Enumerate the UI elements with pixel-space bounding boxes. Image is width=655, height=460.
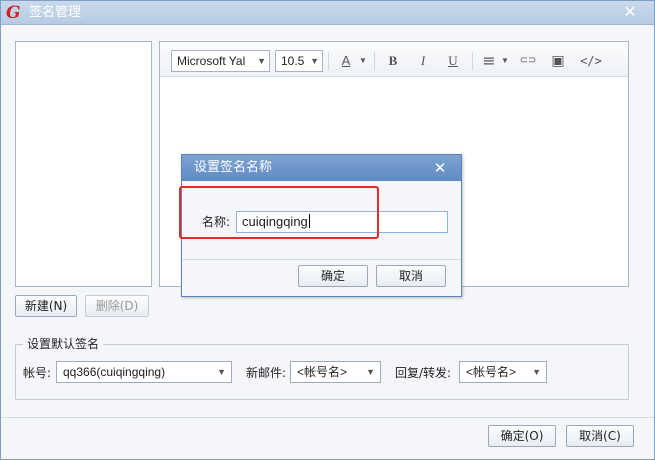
new-mail-value: <帐号名> bbox=[297, 365, 348, 379]
signature-list[interactable] bbox=[15, 41, 152, 287]
chevron-down-icon: ▼ bbox=[366, 367, 375, 377]
align-dropdown-icon[interactable]: ▼ bbox=[499, 52, 511, 70]
reply-forward-label: 回复/转发: bbox=[395, 366, 452, 380]
toolbar-divider bbox=[374, 52, 375, 70]
account-select[interactable]: qq366(cuiqingqing) ▼ bbox=[56, 361, 232, 383]
font-size-value: 10.5 bbox=[281, 54, 305, 68]
underline-icon[interactable]: U bbox=[442, 52, 464, 70]
font-family-value: Microsoft Yal bbox=[177, 54, 246, 68]
dialog-divider bbox=[182, 259, 461, 260]
annotation-highlight-box bbox=[179, 186, 379, 239]
chevron-down-icon: ▼ bbox=[532, 367, 541, 377]
font-color-dropdown-icon[interactable]: ▼ bbox=[357, 52, 369, 70]
link-icon[interactable]: ⊂⊃ bbox=[516, 52, 540, 70]
image-icon[interactable]: ▣ bbox=[547, 52, 569, 70]
new-mail-label: 新邮件: bbox=[246, 366, 287, 380]
editor-toolbar: Microsoft Yal ▼ 10.5 ▼ A ▼ B I U ≡ ▼ ⊂⊃ … bbox=[160, 42, 628, 77]
toolbar-divider bbox=[472, 52, 473, 70]
close-icon[interactable]: ✕ bbox=[621, 3, 639, 21]
ok-button[interactable]: 确定(O) bbox=[488, 425, 556, 447]
reply-forward-select[interactable]: <帐号名> ▼ bbox=[459, 361, 547, 383]
account-label: 帐号: bbox=[23, 366, 52, 380]
title-bar: G 签名管理 ✕ bbox=[1, 1, 654, 25]
delete-signature-button[interactable]: 删除(D) bbox=[85, 295, 149, 317]
font-size-select[interactable]: 10.5 ▼ bbox=[275, 50, 323, 72]
align-icon[interactable]: ≡ bbox=[478, 52, 500, 70]
chevron-down-icon: ▼ bbox=[310, 56, 319, 66]
bold-icon[interactable]: B bbox=[382, 52, 404, 70]
account-value: qq366(cuiqingqing) bbox=[63, 365, 166, 379]
window-title: 签名管理 bbox=[29, 5, 82, 20]
reply-forward-value: <帐号名> bbox=[466, 365, 517, 379]
toolbar-divider bbox=[328, 52, 329, 70]
font-family-select[interactable]: Microsoft Yal ▼ bbox=[171, 50, 270, 72]
new-mail-select[interactable]: <帐号名> ▼ bbox=[290, 361, 381, 383]
new-signature-button[interactable]: 新建(N) bbox=[15, 295, 77, 317]
dialog-cancel-button[interactable]: 取消 bbox=[376, 265, 446, 287]
chevron-down-icon: ▼ bbox=[217, 367, 226, 377]
cancel-button[interactable]: 取消(C) bbox=[566, 425, 634, 447]
app-logo-icon: G bbox=[6, 3, 21, 23]
default-signature-legend: 设置默认签名 bbox=[23, 336, 104, 352]
dialog-ok-button[interactable]: 确定 bbox=[298, 265, 368, 287]
source-code-icon[interactable]: </> bbox=[577, 52, 605, 70]
font-color-icon[interactable]: A bbox=[335, 52, 357, 70]
footer-divider bbox=[1, 417, 654, 418]
dialog-title-bar: 设置签名名称 ✕ bbox=[182, 155, 461, 181]
dialog-title: 设置签名名称 bbox=[194, 160, 273, 175]
italic-icon[interactable]: I bbox=[412, 52, 434, 70]
close-icon[interactable]: ✕ bbox=[432, 159, 448, 177]
chevron-down-icon: ▼ bbox=[257, 56, 266, 66]
